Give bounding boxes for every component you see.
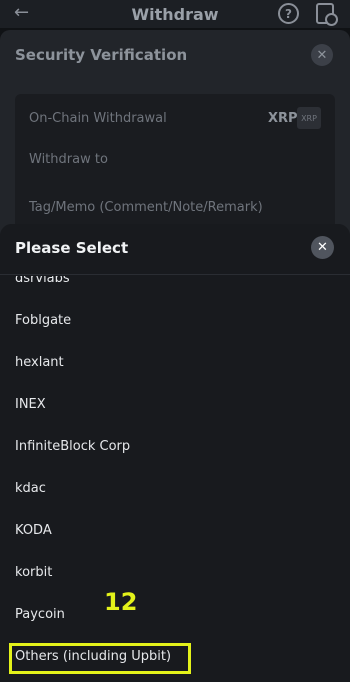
option-list[interactable]: dsrvlabs Foblgate hexlant INEX InfiniteB… — [0, 276, 350, 682]
option-foblgate[interactable]: Foblgate — [0, 299, 350, 341]
security-title: Security Verification — [15, 46, 188, 64]
option-koda[interactable]: KODA — [0, 509, 350, 551]
coin-name: XRP — [268, 111, 298, 126]
coin-badge: XRP — [297, 107, 321, 129]
close-icon[interactable]: ✕ — [311, 44, 333, 66]
tag-memo-label: Tag/Memo (Comment/Note/Remark) — [29, 200, 263, 215]
on-chain-withdrawal-label: On-Chain Withdrawal — [29, 111, 167, 126]
option-hexlant[interactable]: hexlant — [0, 341, 350, 383]
option-dsrvlabs[interactable]: dsrvlabs — [0, 276, 350, 299]
withdraw-summary-card: On-Chain Withdrawal XRP XRP Withdraw to … — [15, 94, 335, 234]
sheet-header: Please Select ✕ — [0, 224, 350, 275]
annotation-highlight-box — [9, 643, 191, 674]
page-title: Withdraw — [131, 4, 219, 24]
question-icon[interactable]: ? — [278, 3, 299, 24]
option-kdac[interactable]: kdac — [0, 467, 350, 509]
top-bar: ← Withdraw ? — [0, 0, 350, 28]
withdraw-to-label: Withdraw to — [29, 152, 108, 167]
close-icon[interactable]: ✕ — [311, 236, 334, 259]
option-korbit[interactable]: korbit — [0, 551, 350, 593]
sheet-title: Please Select — [15, 239, 129, 257]
option-paycoin[interactable]: Paycoin — [0, 593, 350, 635]
option-infiniteblock-corp[interactable]: InfiniteBlock Corp — [0, 425, 350, 467]
back-arrow-icon[interactable]: ← — [14, 4, 34, 24]
annotation-step-number: 12 — [104, 588, 138, 616]
option-inex[interactable]: INEX — [0, 383, 350, 425]
history-icon[interactable] — [316, 3, 338, 26]
please-select-sheet: Please Select ✕ dsrvlabs Foblgate hexlan… — [0, 224, 350, 682]
